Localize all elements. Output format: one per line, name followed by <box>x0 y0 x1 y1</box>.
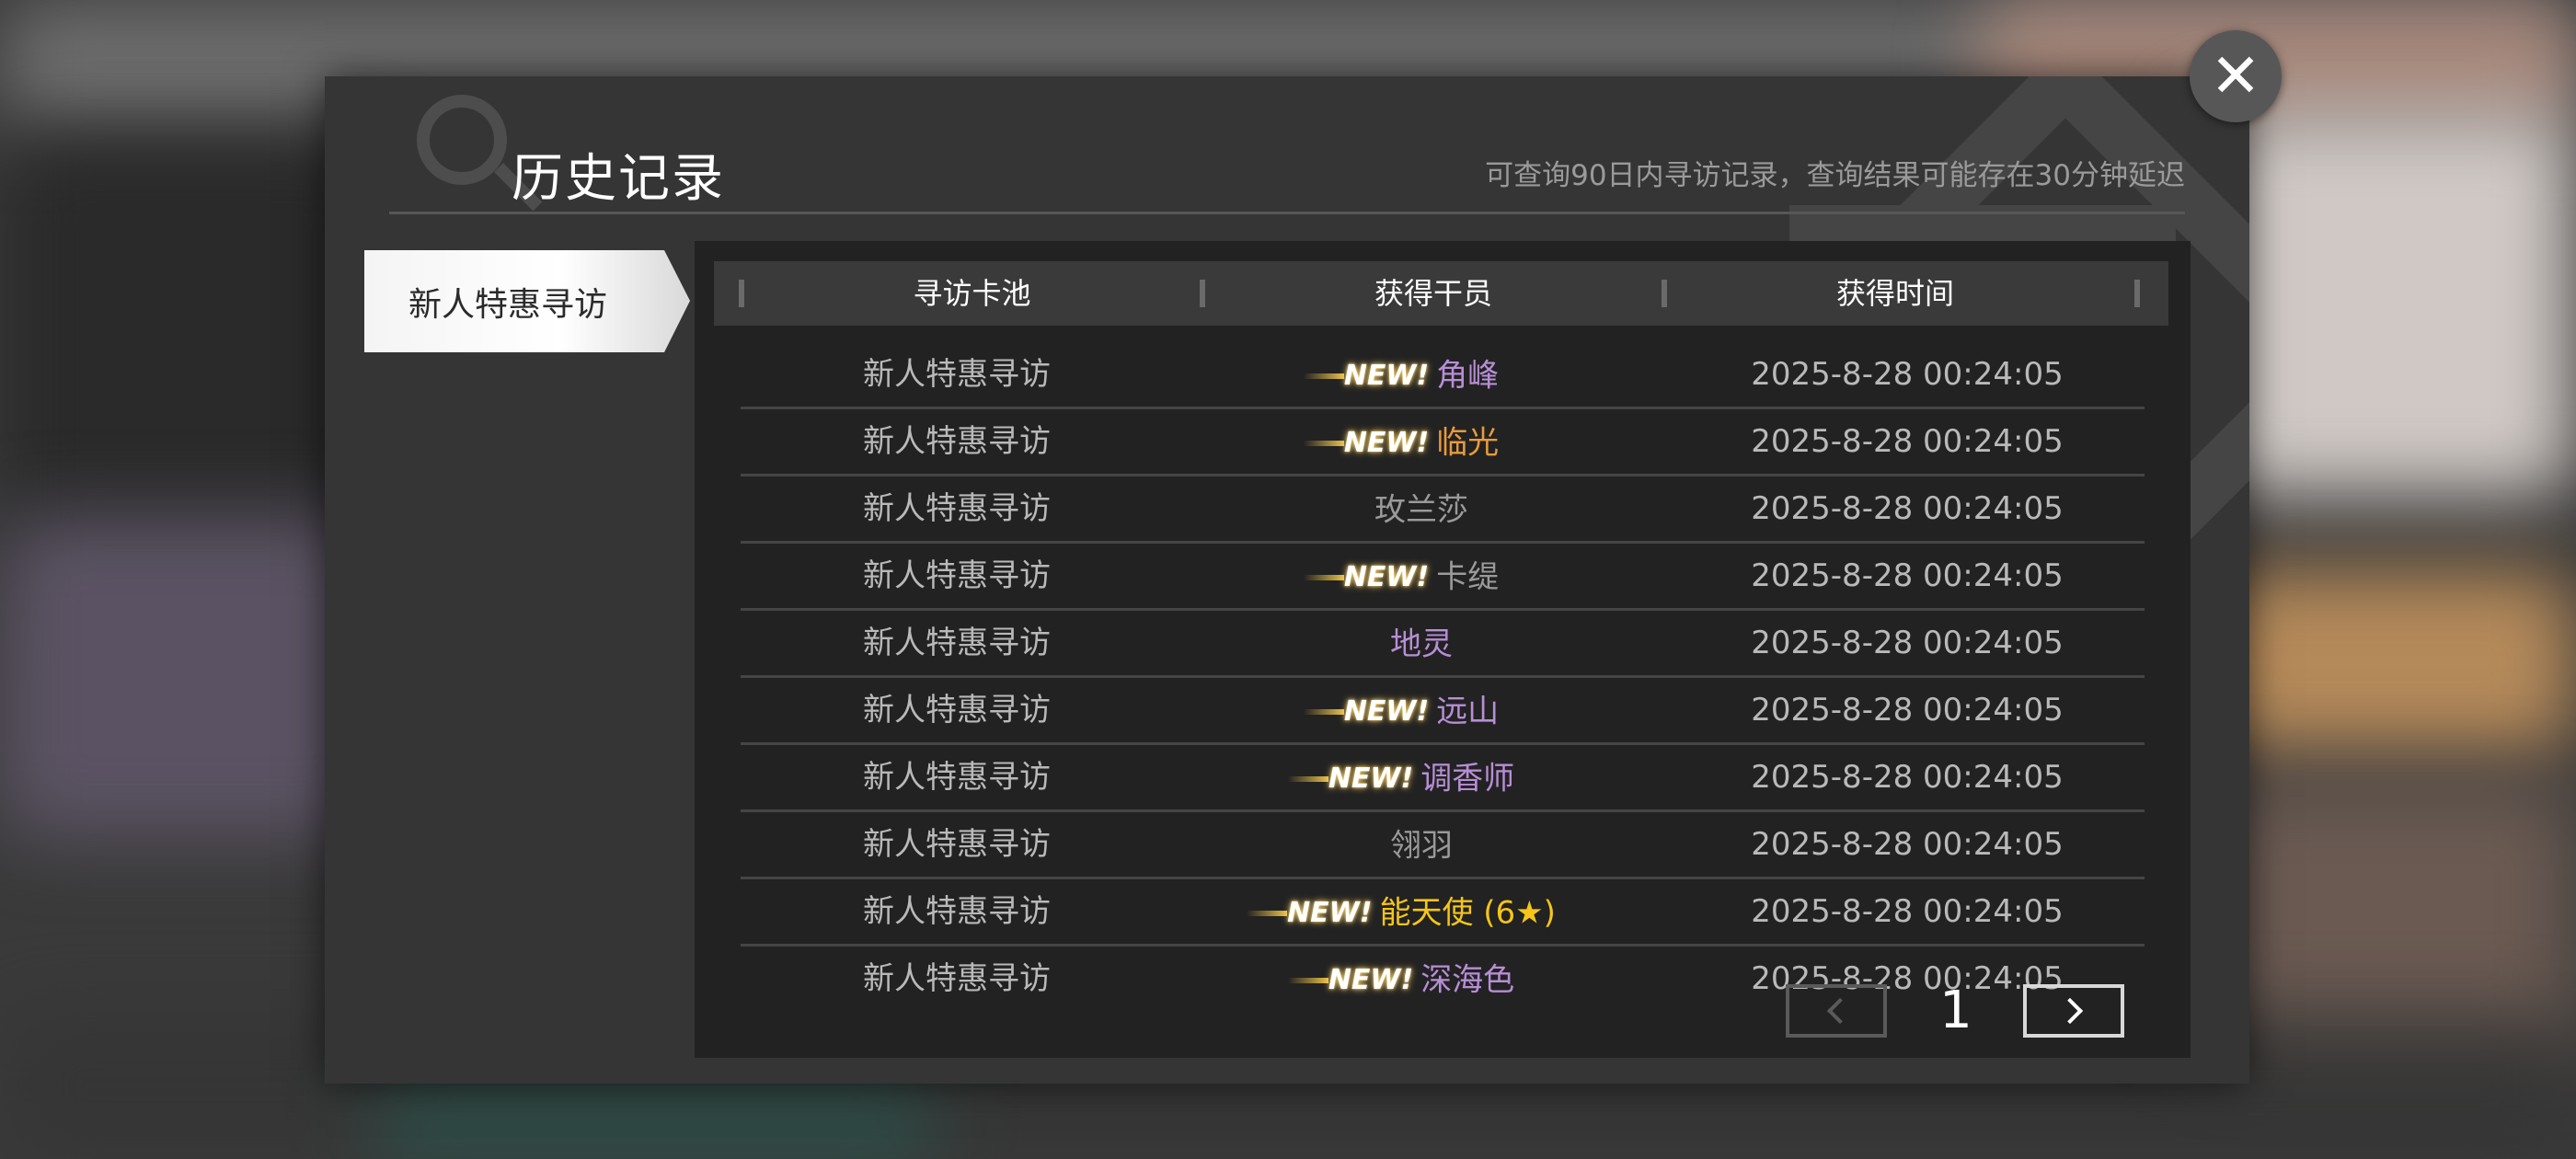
operator-name: 翎羽 <box>1390 827 1453 865</box>
new-badge: NEW! <box>1287 747 1413 811</box>
history-dialog: 历史记录 可查询90日内寻访记录，查询结果可能存在30分钟延迟 新人特惠寻访 寻… <box>325 76 2249 1084</box>
pool-cell: 新人特惠寻访 <box>863 893 1051 930</box>
time-cell: 2025-8-28 00:24:05 <box>1751 826 2064 863</box>
table-row: 新人特惠寻访 NEW! 临光 2025-8-28 00:24:05 <box>741 409 2145 476</box>
pool-cell: 新人特惠寻访 <box>863 960 1051 997</box>
pool-cell: 新人特惠寻访 <box>863 490 1051 527</box>
operator-cell: NEW! 角峰 <box>1173 342 1670 407</box>
table-header: 寻访卡池 获得干员 获得时间 <box>714 261 2168 326</box>
column-separator <box>2134 280 2140 307</box>
chevron-left-icon <box>1826 997 1854 1025</box>
time-cell: 2025-8-28 00:24:05 <box>1751 356 2064 393</box>
operator-cell: 地灵 <box>1173 611 1670 675</box>
new-badge: NEW! <box>1303 680 1429 744</box>
time-cell: 2025-8-28 00:24:05 <box>1751 557 2064 594</box>
operator-name: 远山 <box>1436 693 1500 730</box>
tab-newbie-pool[interactable]: 新人特惠寻访 <box>364 250 690 352</box>
pool-cell: 新人特惠寻访 <box>863 625 1051 661</box>
time-cell: 2025-8-28 00:24:05 <box>1751 893 2064 930</box>
close-button[interactable]: ✕ <box>2190 30 2282 122</box>
operator-name: 地灵 <box>1390 625 1453 663</box>
pool-cell: 新人特惠寻访 <box>863 423 1051 460</box>
pool-cell: 新人特惠寻访 <box>863 692 1051 729</box>
records-list: 新人特惠寻访 NEW! 角峰 2025-8-28 00:24:05 新人特惠寻访 NEW!… <box>741 342 2145 1011</box>
new-badge: NEW! <box>1303 545 1429 610</box>
operator-name: 深海色 <box>1420 961 1515 999</box>
page-title: 历史记录 <box>512 149 725 209</box>
operator-cell: NEW! 调香师 <box>1173 745 1670 809</box>
query-hint: 可查询90日内寻访记录，查询结果可能存在30分钟延迟 <box>1485 159 2185 192</box>
pool-cell: 新人特惠寻访 <box>863 759 1051 796</box>
chevron-right-icon <box>2056 997 2084 1025</box>
next-page-button[interactable] <box>2023 984 2124 1038</box>
new-badge: NEW! <box>1303 411 1429 476</box>
operator-cell: NEW! 临光 <box>1173 409 1670 474</box>
table-row: 新人特惠寻访 地灵 2025-8-28 00:24:05 <box>741 611 2145 678</box>
new-badge: NEW! <box>1287 948 1413 1013</box>
table-row: 新人特惠寻访 NEW! 调香师 2025-8-28 00:24:05 <box>741 745 2145 812</box>
operator-cell: NEW! 能天使 (6★) <box>1173 879 1670 944</box>
time-cell: 2025-8-28 00:24:05 <box>1751 423 2064 460</box>
new-badge: NEW! <box>1246 881 1372 946</box>
column-header-time: 获得时间 <box>1835 276 1954 311</box>
operator-cell: 玫兰莎 <box>1173 476 1670 541</box>
pool-cell: 新人特惠寻访 <box>863 557 1051 594</box>
table-row: 新人特惠寻访 NEW! 角峰 2025-8-28 00:24:05 <box>741 342 2145 409</box>
time-cell: 2025-8-28 00:24:05 <box>1751 625 2064 661</box>
prev-page-button[interactable] <box>1786 984 1887 1038</box>
page-number: 1 <box>1939 981 1972 1040</box>
operator-cell: NEW! 卡缇 <box>1173 544 1670 608</box>
column-header-pool: 寻访卡池 <box>913 276 1031 311</box>
time-cell: 2025-8-28 00:24:05 <box>1751 490 2064 527</box>
operator-cell: 翎羽 <box>1173 812 1670 877</box>
table-row: 新人特惠寻访 NEW! 能天使 (6★) 2025-8-28 00:24:05 <box>741 879 2145 947</box>
operator-cell: NEW! 深海色 <box>1173 947 1670 1011</box>
time-cell: 2025-8-28 00:24:05 <box>1751 692 2064 729</box>
operator-name: 角峰 <box>1436 357 1500 395</box>
table-row: 新人特惠寻访 NEW! 卡缇 2025-8-28 00:24:05 <box>741 544 2145 611</box>
pool-cell: 新人特惠寻访 <box>863 826 1051 863</box>
operator-name: 临光 <box>1436 424 1500 462</box>
operator-name: 卡缇 <box>1436 558 1500 596</box>
time-cell: 2025-8-28 00:24:05 <box>1751 759 2064 796</box>
search-icon <box>417 95 507 185</box>
operator-cell: NEW! 远山 <box>1173 678 1670 742</box>
pagination: 1 <box>1786 981 2128 1043</box>
close-icon: ✕ <box>2210 40 2261 111</box>
pool-cell: 新人特惠寻访 <box>863 356 1051 393</box>
new-badge: NEW! <box>1303 344 1429 408</box>
dialog-header: 历史记录 可查询90日内寻访记录，查询结果可能存在30分钟延迟 <box>389 76 2185 214</box>
header-divider <box>389 212 2185 214</box>
table-row: 新人特惠寻访 玫兰莎 2025-8-28 00:24:05 <box>741 476 2145 544</box>
tab-label: 新人特惠寻访 <box>408 285 608 324</box>
column-header-operator: 获得干员 <box>1374 276 1492 311</box>
operator-name: 玫兰莎 <box>1374 491 1468 529</box>
records-panel: 寻访卡池 获得干员 获得时间 新人特惠寻访 NEW! 角峰 2025-8-28 00:… <box>695 241 2191 1058</box>
operator-name: 调香师 <box>1420 760 1515 798</box>
table-row: 新人特惠寻访 翎羽 2025-8-28 00:24:05 <box>741 812 2145 879</box>
operator-name: 能天使 (6★) <box>1379 894 1556 932</box>
table-row: 新人特惠寻访 NEW! 远山 2025-8-28 00:24:05 <box>741 678 2145 745</box>
